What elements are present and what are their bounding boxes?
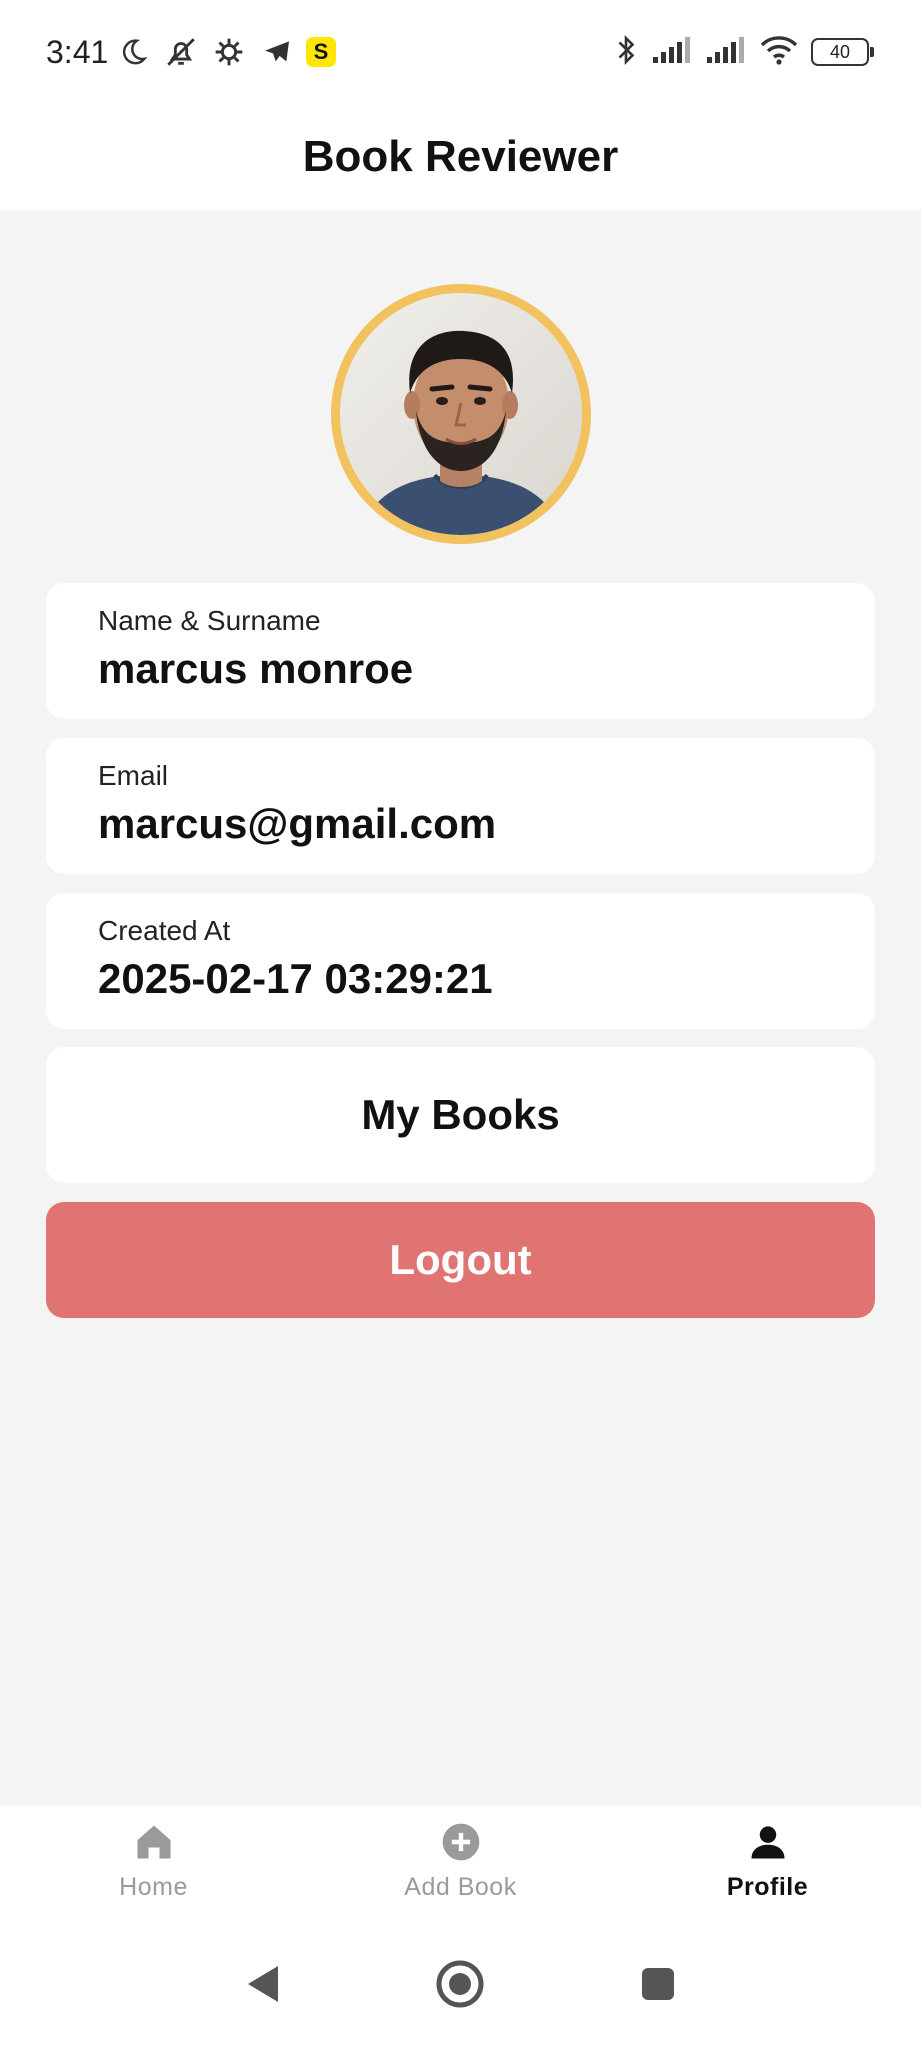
wifi-icon: [759, 34, 799, 71]
s-app-icon: S: [306, 37, 336, 67]
name-card: Name & Surname marcus monroe: [46, 583, 875, 719]
bottom-navigation: Home Add Book Profile: [0, 1806, 921, 1916]
moon-icon: [114, 33, 152, 71]
add-circle-icon: [439, 1820, 483, 1869]
avatar-photo: [340, 293, 582, 535]
avatar: [340, 293, 582, 535]
email-label: Email: [98, 760, 169, 791]
bell-off-icon: [162, 33, 200, 71]
nav-item-profile[interactable]: Profile: [614, 1806, 921, 1916]
name-value: marcus monroe: [98, 645, 414, 692]
person-icon: [746, 1820, 790, 1869]
nav-item-home[interactable]: Home: [0, 1806, 307, 1916]
back-icon[interactable]: [234, 1956, 290, 2012]
page-title: Book Reviewer: [302, 132, 619, 181]
nav-label-add-book: Add Book: [404, 1873, 517, 1901]
status-bar: 3:41 S 40: [0, 0, 921, 104]
profile-screen: 3:41 S 40 Book Reviewer Name & Surname m…: [0, 0, 921, 2048]
status-time: 3:41: [46, 34, 109, 70]
status-right-icons: 40: [613, 32, 874, 72]
nav-label-home: Home: [119, 1873, 188, 1901]
nav-item-add-book[interactable]: Add Book: [307, 1806, 614, 1916]
created-at-value: 2025-02-17 03:29:21: [98, 955, 493, 1002]
system-navigation-bar: [0, 1916, 921, 2048]
home-circle-icon[interactable]: [432, 1956, 488, 2012]
email-card: Email marcus@gmail.com: [46, 738, 875, 874]
home-icon: [132, 1820, 176, 1869]
avatar-ring: [331, 284, 591, 544]
signal-icon: [705, 35, 747, 70]
battery-icon: 40: [811, 38, 874, 66]
settings-gear-icon: [210, 33, 248, 71]
my-books-button[interactable]: My Books: [46, 1047, 875, 1183]
logout-button[interactable]: Logout: [46, 1202, 875, 1318]
name-label: Name & Surname: [98, 605, 321, 636]
bluetooth-icon: [613, 33, 639, 72]
nav-label-profile: Profile: [726, 1873, 809, 1901]
signal-icon: [651, 35, 693, 70]
recents-icon[interactable]: [630, 1956, 686, 2012]
app-bar: Book Reviewer: [0, 104, 921, 210]
created-at-card: Created At 2025-02-17 03:29:21: [46, 893, 875, 1029]
battery-level: 40: [829, 41, 851, 62]
email-value: marcus@gmail.com: [98, 800, 497, 847]
telegram-icon: [258, 33, 296, 71]
status-left-icons: S: [114, 32, 336, 72]
created-at-label: Created At: [98, 915, 231, 946]
